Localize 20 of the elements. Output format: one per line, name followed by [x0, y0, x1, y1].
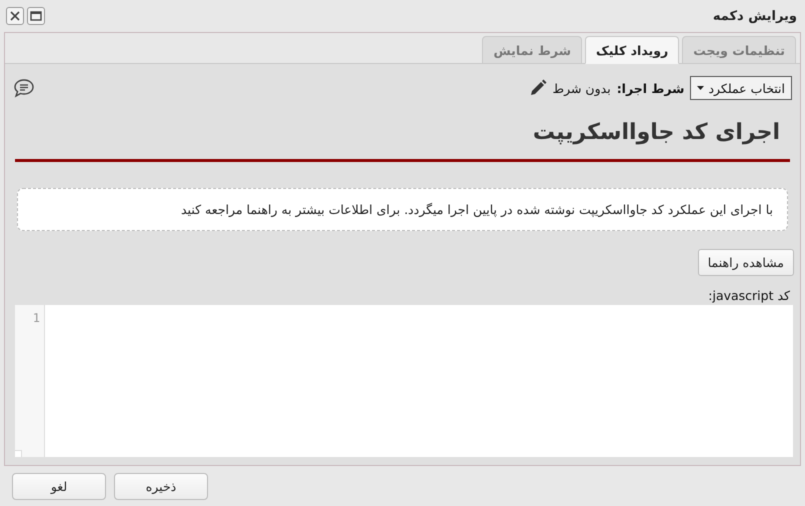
- comment-icon[interactable]: [13, 78, 35, 98]
- close-icon: [10, 11, 20, 21]
- line-number: 1: [32, 311, 40, 325]
- pencil-icon[interactable]: [528, 79, 547, 97]
- maximize-button[interactable]: [27, 7, 45, 25]
- condition-label: شرط اجرا:: [616, 80, 684, 96]
- window-title: ویرایش دکمه: [712, 8, 797, 24]
- code-label: کد javascript:: [708, 288, 790, 303]
- help-button[interactable]: مشاهده راهنما: [698, 249, 794, 276]
- maximize-icon: [30, 11, 42, 21]
- caret-icon: [697, 86, 704, 90]
- footer-button[interactable]: لغو: [12, 472, 106, 500]
- footer-button[interactable]: ذخیره: [114, 472, 208, 500]
- close-button[interactable]: [6, 7, 24, 25]
- action-dropdown[interactable]: انتخاب عملکرد: [690, 76, 792, 100]
- tab[interactable]: رویداد کلیک: [585, 36, 680, 64]
- condition-value: بدون شرط: [552, 80, 611, 96]
- info-message: با اجرای این عملکرد کد جاوااسکریپت نوشته شده در پایین اجرا میگردد. برای اطلاعات بیشتر به راهنما مراجعه کنید: [17, 188, 788, 231]
- section-heading: اجرای کد جاوااسکریپت: [532, 120, 780, 145]
- resize-handle[interactable]: [15, 450, 22, 457]
